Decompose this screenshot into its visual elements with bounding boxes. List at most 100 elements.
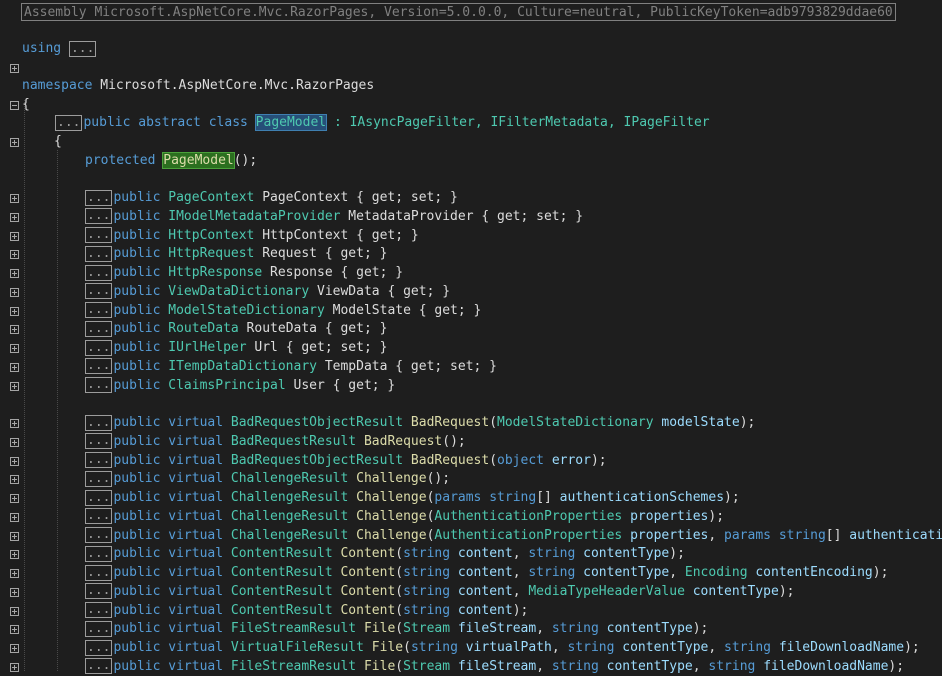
expand-toggle-icon[interactable] bbox=[10, 644, 19, 653]
property-line: ... public IModelMetadataProvider Metadat… bbox=[0, 208, 942, 227]
expand-toggle-icon[interactable] bbox=[10, 212, 19, 222]
expand-toggle-icon[interactable] bbox=[10, 419, 19, 428]
collapsed-region-marker[interactable]: ... bbox=[85, 489, 113, 506]
param-name: authenticati bbox=[849, 527, 942, 543]
collapsed-region-marker[interactable]: ... bbox=[85, 264, 113, 281]
collapsed-region-marker[interactable]: ... bbox=[85, 658, 113, 675]
expand-toggle-icon[interactable] bbox=[10, 381, 19, 391]
collapsed-region-marker[interactable]: ... bbox=[85, 602, 113, 618]
collapsed-region-marker[interactable]: ... bbox=[68, 40, 97, 57]
collapsed-region-marker[interactable]: ... bbox=[85, 527, 113, 543]
expand-toggle-icon[interactable] bbox=[10, 569, 19, 578]
collapsed-region-marker[interactable]: ... bbox=[85, 545, 113, 562]
open-paren: ( bbox=[403, 640, 411, 655]
public-keyword: public bbox=[113, 602, 169, 618]
close-paren: ); bbox=[590, 452, 607, 468]
property-signature: Request { get; } bbox=[254, 246, 388, 262]
public-keyword: public bbox=[113, 471, 169, 487]
expand-toggle-icon[interactable] bbox=[10, 662, 19, 672]
expand-toggle-icon[interactable] bbox=[10, 325, 19, 335]
collapsed-region-marker[interactable]: ... bbox=[85, 302, 113, 318]
collapsed-region-marker[interactable]: ... bbox=[85, 320, 113, 337]
method-line: ... public virtual ContentResult Content(… bbox=[0, 583, 942, 602]
collapsed-region-marker[interactable]: ... bbox=[85, 358, 113, 375]
property-type: HttpResponse bbox=[168, 265, 263, 280]
close-paren: ); bbox=[724, 490, 740, 505]
collapsed-region-marker[interactable]: ... bbox=[85, 414, 113, 431]
collapsed-region-marker[interactable]: ... bbox=[85, 620, 113, 637]
expand-toggle-icon[interactable] bbox=[10, 306, 19, 316]
collapsed-region-marker[interactable]: ... bbox=[55, 114, 83, 131]
method-name: Challenge bbox=[356, 508, 427, 524]
collapsed-region-marker[interactable]: ... bbox=[85, 583, 113, 600]
param-type: Stream bbox=[403, 621, 451, 637]
method-line: ... public virtual BadRequestObjectResult… bbox=[0, 414, 942, 433]
property-type: ModelStateDictionary bbox=[168, 302, 325, 318]
expand-toggle-icon[interactable] bbox=[10, 531, 19, 541]
expand-toggle-icon[interactable] bbox=[10, 625, 19, 635]
expand-toggle-icon[interactable] bbox=[10, 269, 19, 278]
close-paren: ); bbox=[708, 508, 725, 524]
collapsed-region-marker[interactable]: ... bbox=[85, 283, 113, 300]
expand-toggle-icon[interactable] bbox=[10, 63, 19, 73]
close-paren: ); bbox=[434, 471, 451, 487]
expand-toggle-icon[interactable] bbox=[10, 494, 19, 503]
expand-toggle-icon[interactable] bbox=[10, 250, 19, 260]
collapsed-region-marker[interactable]: ... bbox=[85, 245, 113, 262]
collapsed-region-marker[interactable]: ... bbox=[85, 339, 113, 356]
method-name: Content bbox=[340, 583, 396, 599]
param-type: string bbox=[567, 640, 615, 655]
return-type: ContentResult bbox=[230, 565, 333, 580]
property-line: ... public ITempDataDictionary TempData {… bbox=[0, 358, 942, 377]
param-type: string bbox=[551, 621, 599, 637]
expand-toggle-icon[interactable] bbox=[10, 475, 19, 485]
method-name: File bbox=[363, 658, 396, 674]
public-keyword: public bbox=[113, 321, 169, 337]
collapsed-region-marker[interactable]: ... bbox=[85, 508, 113, 525]
method-line: ... public virtual FileStreamResult File(… bbox=[0, 658, 942, 676]
return-type: BadRequestResult bbox=[230, 433, 357, 449]
expand-toggle-icon[interactable] bbox=[10, 287, 19, 297]
virtual-keyword: virtual bbox=[168, 415, 231, 430]
virtual-keyword: virtual bbox=[168, 527, 231, 543]
class-name-highlight[interactable]: PageModel bbox=[254, 114, 328, 131]
public-keyword: public bbox=[113, 621, 169, 637]
close-paren: ); bbox=[904, 640, 920, 655]
property-line: ... public PageContext PageContext { get;… bbox=[0, 189, 942, 208]
collapsed-region-marker[interactable]: ... bbox=[85, 208, 113, 225]
param-type: AuthenticationProperties bbox=[434, 527, 623, 543]
collapsed-region-marker[interactable]: ... bbox=[85, 452, 113, 468]
param-name: fileStream bbox=[457, 658, 537, 674]
property-signature: HttpContext { get; } bbox=[254, 227, 419, 243]
expand-toggle-icon[interactable] bbox=[10, 512, 19, 522]
expand-toggle-icon[interactable] bbox=[10, 362, 19, 372]
expand-toggle-icon[interactable] bbox=[10, 344, 19, 353]
expand-toggle-icon[interactable] bbox=[10, 456, 19, 466]
expand-toggle-icon[interactable] bbox=[10, 606, 19, 616]
constructor-name-highlight[interactable]: PageModel bbox=[162, 152, 235, 169]
expand-toggle-icon[interactable] bbox=[10, 437, 19, 447]
param-name: fileDownloadName bbox=[763, 658, 889, 674]
array-brackets: [] bbox=[536, 490, 552, 505]
collapsed-region-marker[interactable]: ... bbox=[85, 639, 113, 656]
expand-toggle-icon[interactable] bbox=[10, 194, 19, 203]
public-keyword: public bbox=[113, 227, 169, 243]
param-name: contentType bbox=[692, 583, 779, 599]
collapsed-region-marker[interactable]: ... bbox=[85, 470, 113, 487]
collapsed-region-marker[interactable]: ... bbox=[85, 377, 113, 393]
public-keyword: public bbox=[113, 302, 169, 318]
collapsed-region-marker[interactable]: ... bbox=[85, 189, 113, 206]
method-name: Content bbox=[340, 546, 396, 562]
return-type: ContentResult bbox=[230, 583, 333, 599]
expand-toggle-icon[interactable] bbox=[10, 587, 19, 597]
expand-toggle-icon[interactable] bbox=[10, 550, 19, 560]
expand-toggle-icon[interactable] bbox=[10, 231, 19, 241]
collapsed-region-marker[interactable]: ... bbox=[85, 433, 113, 450]
virtual-keyword: virtual bbox=[168, 565, 231, 580]
collapsed-region-marker[interactable]: ... bbox=[85, 564, 113, 581]
open-paren: ( bbox=[395, 546, 404, 562]
collapsed-region-marker[interactable]: ... bbox=[85, 227, 113, 243]
param-name: fileStream bbox=[457, 621, 537, 637]
method-line: ... public virtual ChallengeResult Challe… bbox=[0, 527, 942, 546]
public-keyword: public bbox=[113, 527, 169, 543]
